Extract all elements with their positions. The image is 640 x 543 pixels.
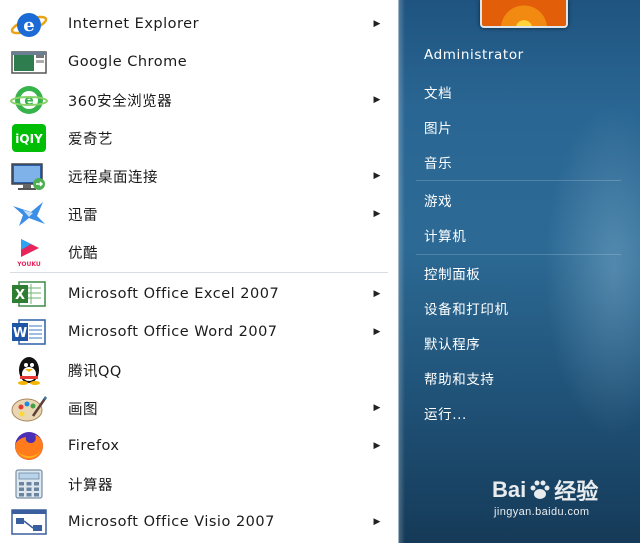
program-label: Microsoft Office Excel 2007	[68, 286, 280, 302]
qq-icon	[4, 352, 54, 388]
program-iqiyi[interactable]: iQIY 爱奇艺	[4, 120, 392, 156]
program-google-chrome[interactable]: Google Chrome	[4, 44, 392, 80]
paw-icon	[528, 478, 552, 502]
program-label: Firefox	[68, 438, 120, 454]
submenu-arrow-icon: ▶	[373, 289, 381, 299]
iqiyi-icon: iQIY	[4, 120, 54, 156]
program-firefox[interactable]: Firefox ▶	[4, 428, 392, 464]
documents-link[interactable]: 文档	[424, 82, 452, 102]
watermark-brand-left: Bai	[492, 477, 527, 502]
word-icon: W	[4, 314, 54, 350]
run-link[interactable]: 运行...	[424, 403, 467, 423]
program-label: Google Chrome	[68, 54, 188, 70]
baidu-jingyan-watermark: Bai 经验 jingyan.baidu.com	[492, 474, 598, 518]
help-support-link[interactable]: 帮助和支持	[424, 368, 495, 388]
submenu-arrow-icon: ▶	[373, 171, 381, 181]
program-label: 画图	[68, 401, 98, 418]
program-label: 优酷	[68, 245, 98, 262]
thunder-icon	[4, 196, 54, 232]
program-label: 远程桌面连接	[68, 169, 158, 186]
music-link[interactable]: 音乐	[424, 152, 452, 172]
right-panel-divider	[416, 180, 621, 181]
programs-divider	[10, 272, 388, 273]
devices-printers-link[interactable]: 设备和打印机	[424, 298, 509, 318]
program-label: 360安全浏览器	[68, 93, 173, 110]
google-chrome-icon	[4, 44, 54, 80]
calculator-icon	[4, 466, 54, 502]
submenu-arrow-icon: ▶	[373, 327, 381, 337]
program-label: 爱奇艺	[68, 131, 113, 148]
start-menu-programs-panel: e Internet Explorer ▶ Google Chrome e 36…	[0, 0, 399, 543]
default-programs-link[interactable]: 默认程序	[424, 333, 480, 353]
program-label: Microsoft Office Visio 2007	[68, 514, 275, 530]
program-calculator[interactable]: 计算器	[4, 466, 392, 502]
paint-icon	[4, 390, 54, 426]
svg-text:YOUKU: YOUKU	[16, 261, 41, 268]
submenu-arrow-icon: ▶	[373, 19, 381, 29]
program-excel-2007[interactable]: X Microsoft Office Excel 2007 ▶	[4, 276, 392, 312]
program-remote-desktop[interactable]: 远程桌面连接 ▶	[4, 158, 392, 194]
games-link[interactable]: 游戏	[424, 190, 452, 210]
pictures-link[interactable]: 图片	[424, 117, 452, 137]
control-panel-link[interactable]: 控制面板	[424, 263, 480, 283]
360-browser-icon: e	[4, 82, 54, 118]
right-panel-divider	[416, 254, 621, 255]
program-label: 迅雷	[68, 207, 98, 224]
program-label: 腾讯QQ	[68, 363, 122, 380]
submenu-arrow-icon: ▶	[373, 403, 381, 413]
submenu-arrow-icon: ▶	[373, 517, 381, 527]
svg-text:iQIY: iQIY	[15, 132, 43, 146]
user-folder-link[interactable]: Administrator	[424, 47, 524, 63]
submenu-arrow-icon: ▶	[373, 209, 381, 219]
svg-text:X: X	[15, 288, 25, 303]
program-label: 计算器	[68, 477, 113, 494]
excel-icon: X	[4, 276, 54, 312]
svg-text:e: e	[23, 15, 34, 36]
internet-explorer-icon: e	[4, 6, 54, 42]
program-label: Microsoft Office Word 2007	[68, 324, 278, 340]
user-avatar[interactable]	[480, 0, 568, 28]
watermark-url: jingyan.baidu.com	[494, 506, 590, 518]
youku-icon: YOUKU	[4, 234, 54, 270]
program-360-browser[interactable]: e 360安全浏览器 ▶	[4, 82, 392, 118]
program-thunder[interactable]: 迅雷 ▶	[4, 196, 392, 232]
program-visio-2007[interactable]: Microsoft Office Visio 2007 ▶	[4, 504, 392, 540]
svg-text:W: W	[13, 326, 27, 341]
program-word-2007[interactable]: W Microsoft Office Word 2007 ▶	[4, 314, 392, 350]
submenu-arrow-icon: ▶	[373, 95, 381, 105]
program-youku[interactable]: YOUKU 优酷	[4, 234, 392, 270]
svg-text:e: e	[24, 93, 34, 109]
program-label: Internet Explorer	[68, 16, 200, 32]
program-internet-explorer[interactable]: e Internet Explorer ▶	[4, 6, 392, 42]
watermark-brand-right: 经验	[554, 479, 599, 504]
program-paint[interactable]: 画图 ▶	[4, 390, 392, 426]
visio-icon	[4, 504, 54, 540]
computer-link[interactable]: 计算机	[424, 225, 466, 245]
remote-desktop-icon	[4, 158, 54, 194]
firefox-icon	[4, 428, 54, 464]
program-tencent-qq[interactable]: 腾讯QQ	[4, 352, 392, 388]
submenu-arrow-icon: ▶	[373, 441, 381, 451]
